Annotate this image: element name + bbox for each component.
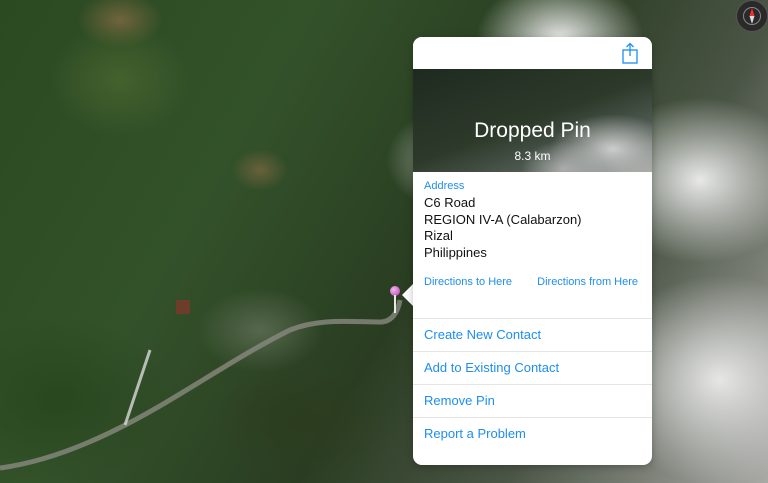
address-label: Address xyxy=(424,180,465,192)
directions-to-here-link[interactable]: Directions to Here xyxy=(424,276,512,288)
address-line: Rizal xyxy=(424,228,453,243)
pin-distance: 8.3 km xyxy=(514,149,551,163)
share-icon[interactable] xyxy=(620,42,640,64)
directions-row: Directions to Here Directions from Here xyxy=(413,261,652,288)
dropped-pin-icon[interactable] xyxy=(389,286,401,316)
create-new-contact-button[interactable]: Create New Contact xyxy=(413,318,652,351)
pin-title: Dropped Pin xyxy=(474,119,591,142)
report-problem-button[interactable]: Report a Problem xyxy=(413,417,652,450)
location-header-image: Dropped Pin 8.3 km xyxy=(413,69,652,172)
address-line: C6 Road xyxy=(424,195,476,210)
add-to-existing-contact-button[interactable]: Add to Existing Contact xyxy=(413,351,652,384)
action-list: Create New Contact Add to Existing Conta… xyxy=(413,318,652,450)
remove-pin-button[interactable]: Remove Pin xyxy=(413,384,652,417)
pin-stem xyxy=(394,295,396,313)
popover-top-bar xyxy=(413,37,652,69)
compass-icon xyxy=(743,7,761,25)
directions-from-here-link[interactable]: Directions from Here xyxy=(537,276,638,288)
address-block: Address C6 Road REGION IV-A (Calabarzon)… xyxy=(413,172,652,261)
road xyxy=(0,299,403,471)
address-line: Philippines xyxy=(424,244,487,260)
dropped-pin-popover: Dropped Pin 8.3 km Address C6 Road REGIO… xyxy=(413,37,652,465)
address-line: REGION IV-A (Calabarzon) xyxy=(424,211,582,227)
compass-button[interactable] xyxy=(736,0,768,32)
